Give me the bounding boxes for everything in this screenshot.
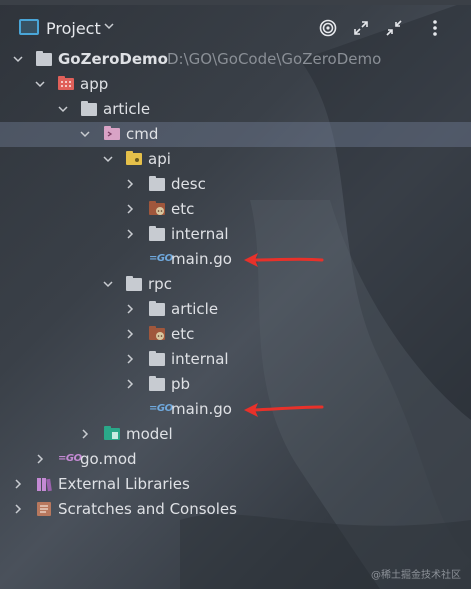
tree-label-rpc-pb: pb xyxy=(171,375,191,393)
chevron-right-icon[interactable] xyxy=(123,302,137,316)
package-folder-icon xyxy=(126,151,143,168)
tree-row-rpc[interactable]: rpc xyxy=(0,272,471,297)
tree-label-article: article xyxy=(103,100,151,118)
folder-icon xyxy=(81,101,98,118)
tree-label-api-desc: desc xyxy=(171,175,206,193)
scratches-icon xyxy=(36,501,53,518)
watermark: @稀土掘金技术社区 xyxy=(371,570,461,581)
tree-row-cmd[interactable]: cmd xyxy=(0,122,471,147)
chevron-down-icon[interactable] xyxy=(33,77,47,91)
locate-icon[interactable] xyxy=(318,18,338,38)
library-icon xyxy=(36,476,53,493)
tree-row-model[interactable]: model xyxy=(0,422,471,447)
tree-row-api-main[interactable]: =GO main.go xyxy=(0,247,471,272)
chevron-right-icon[interactable] xyxy=(11,502,25,516)
chevron-down-icon[interactable] xyxy=(11,52,25,66)
chevron-down-icon[interactable] xyxy=(101,277,115,291)
tree-label-api-internal: internal xyxy=(171,225,229,243)
tree-row-article[interactable]: article xyxy=(0,97,471,122)
tree-row-scratches[interactable]: Scratches and Consoles xyxy=(0,497,471,522)
tree-row-rpc-main[interactable]: =GO main.go xyxy=(0,397,471,422)
tree-row-rpc-pb[interactable]: pb xyxy=(0,372,471,397)
resource-folder-icon xyxy=(149,326,166,343)
chevron-down-icon[interactable] xyxy=(101,152,115,166)
tree-row-rpc-article[interactable]: article xyxy=(0,297,471,322)
chevron-right-icon[interactable] xyxy=(123,202,137,216)
chevron-right-icon[interactable] xyxy=(123,327,137,341)
chevron-right-icon[interactable] xyxy=(78,427,92,441)
annotation-arrow-api-main xyxy=(244,253,324,267)
tree-label-rpc-etc: etc xyxy=(171,325,195,343)
go-file-icon: =GO xyxy=(149,253,173,264)
tree-label-rpc: rpc xyxy=(148,275,172,293)
source-folder-icon xyxy=(104,426,121,443)
project-view-title[interactable]: Project xyxy=(46,19,101,38)
tree-label-gomod: go.mod xyxy=(80,450,137,468)
tree-row-rpc-etc[interactable]: etc xyxy=(0,322,471,347)
chevron-right-icon[interactable] xyxy=(33,452,47,466)
tree-row-api[interactable]: api xyxy=(0,147,471,172)
go-file-icon: =GO xyxy=(149,403,173,414)
folder-icon xyxy=(149,351,166,368)
go-mod-icon: =GO xyxy=(58,453,82,464)
chevron-down-icon[interactable] xyxy=(56,102,70,116)
chevron-right-icon[interactable] xyxy=(123,227,137,241)
tree-label-model: model xyxy=(126,425,173,443)
chevron-right-icon[interactable] xyxy=(123,352,137,366)
tree-label-root: GoZeroDemo xyxy=(58,50,168,68)
tree-row-external-libraries[interactable]: External Libraries xyxy=(0,472,471,497)
tree-label-external-libraries: External Libraries xyxy=(58,475,190,493)
folder-icon xyxy=(149,176,166,193)
tree-row-api-etc[interactable]: etc xyxy=(0,197,471,222)
more-options-icon[interactable] xyxy=(425,18,445,38)
tree-row-api-internal[interactable]: internal xyxy=(0,222,471,247)
tree-label-cmd: cmd xyxy=(126,125,159,143)
chevron-down-icon[interactable] xyxy=(103,20,117,34)
tree-row-rpc-internal[interactable]: internal xyxy=(0,347,471,372)
annotation-arrow-rpc-main xyxy=(244,403,324,417)
tree-label-rpc-main: main.go xyxy=(171,400,232,418)
tree-label-api-etc: etc xyxy=(171,200,195,218)
folder-icon xyxy=(149,226,166,243)
tree-label-scratches: Scratches and Consoles xyxy=(58,500,237,518)
tree-label-app: app xyxy=(80,75,109,93)
folder-icon xyxy=(126,276,143,293)
terminal-folder-icon xyxy=(104,126,121,143)
tree-label-rpc-internal: internal xyxy=(171,350,229,368)
tree-label-api: api xyxy=(148,150,171,168)
tree-row-gomod[interactable]: =GO go.mod xyxy=(0,447,471,472)
collapse-all-icon[interactable] xyxy=(384,18,404,38)
tree-row-root[interactable]: GoZeroDemo D:\GO\GoCode\GoZeroDemo xyxy=(0,47,471,72)
folder-icon xyxy=(149,376,166,393)
expand-all-icon[interactable] xyxy=(351,18,371,38)
tree-row-app[interactable]: app xyxy=(0,72,471,97)
chevron-right-icon[interactable] xyxy=(123,177,137,191)
chevron-right-icon[interactable] xyxy=(123,377,137,391)
resource-folder-icon xyxy=(149,201,166,218)
folder-icon xyxy=(149,301,166,318)
module-folder-icon xyxy=(58,76,75,93)
chevron-right-icon[interactable] xyxy=(11,477,25,491)
folder-icon xyxy=(36,51,53,68)
chevron-down-icon[interactable] xyxy=(78,127,92,141)
tree-label-rpc-article: article xyxy=(171,300,219,318)
tree-row-api-desc[interactable]: desc xyxy=(0,172,471,197)
project-view-icon xyxy=(19,19,39,35)
tree-label-api-main: main.go xyxy=(171,250,232,268)
root-path: D:\GO\GoCode\GoZeroDemo xyxy=(167,50,382,68)
